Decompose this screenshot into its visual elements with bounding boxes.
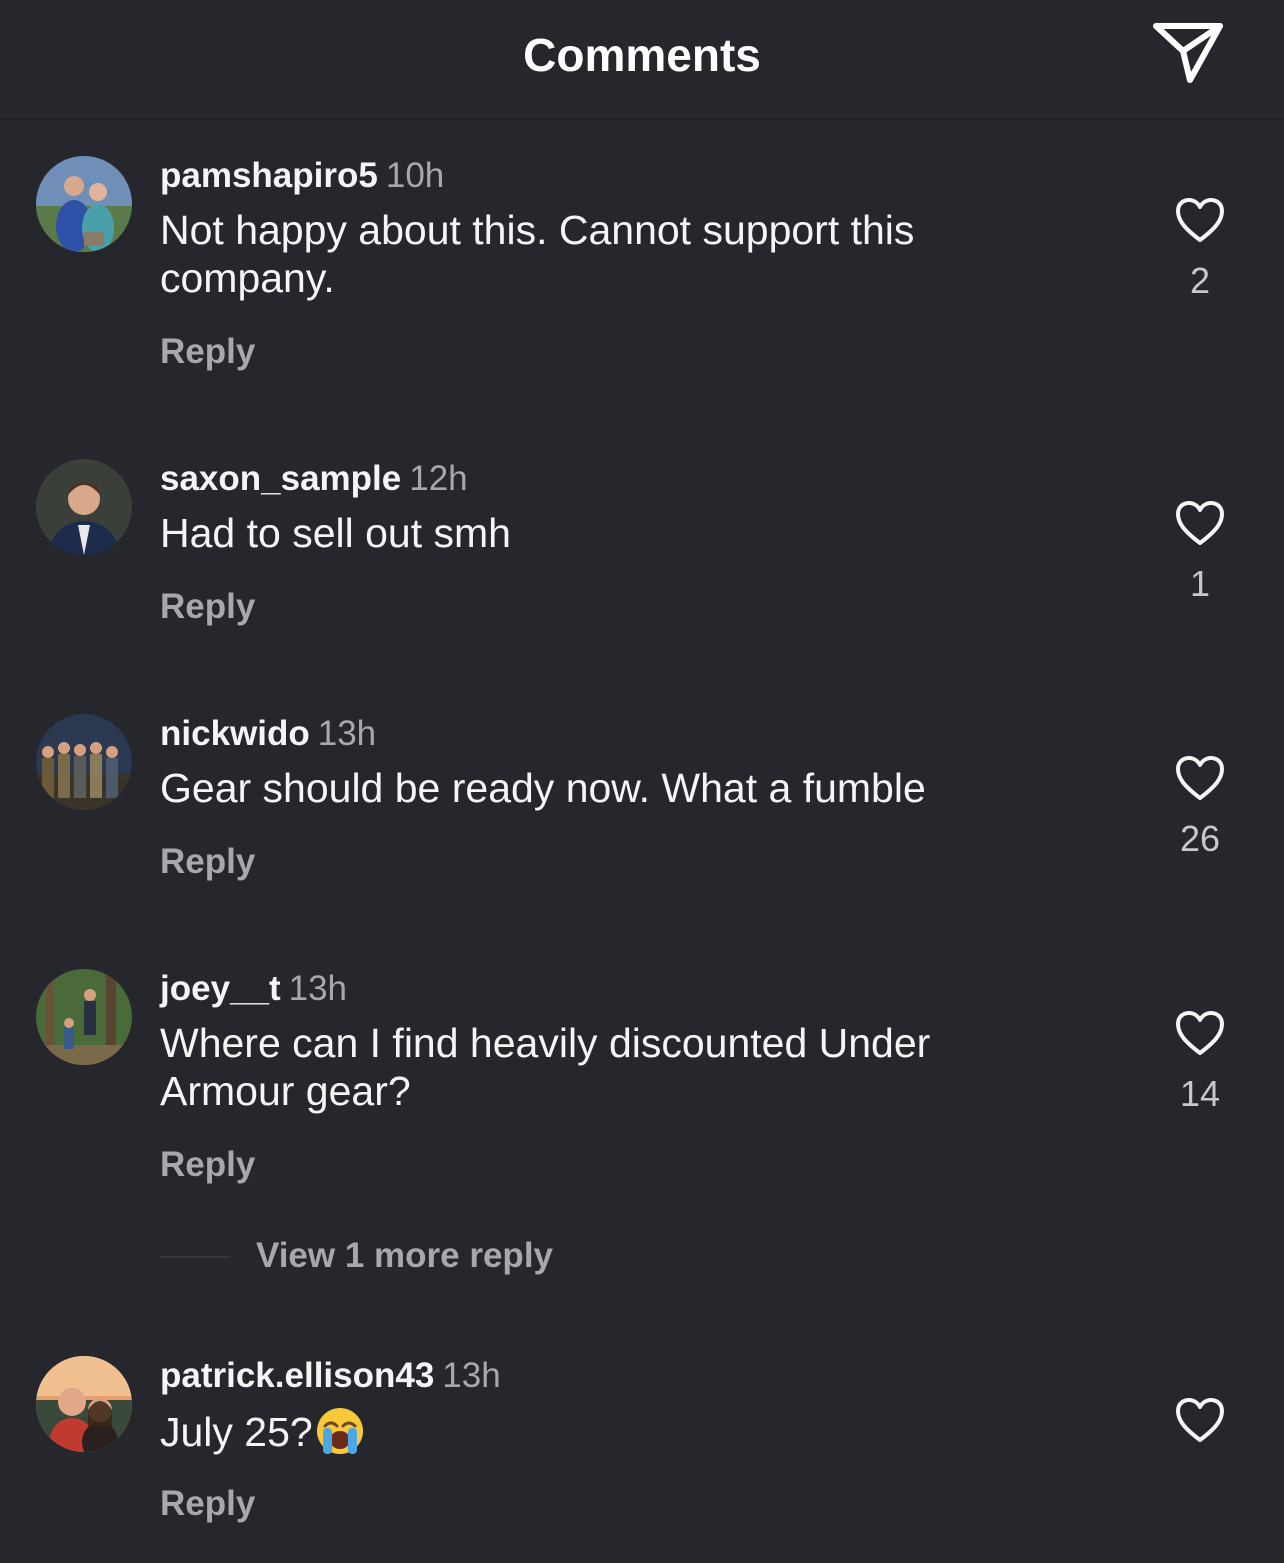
heart-icon[interactable] xyxy=(1174,1396,1226,1444)
avatar[interactable] xyxy=(36,156,132,252)
username-link[interactable]: nickwido xyxy=(160,714,310,753)
heart-icon[interactable] xyxy=(1174,754,1226,802)
comment-meta: pamshapiro5 10h xyxy=(160,156,444,196)
username-link[interactable]: pamshapiro5 xyxy=(160,156,378,195)
comment-text: July 25? xyxy=(160,1406,1040,1456)
heart-icon[interactable] xyxy=(1174,196,1226,244)
comment-meta: nickwido 13h xyxy=(160,714,376,754)
paper-plane-icon xyxy=(1153,23,1223,83)
heart-icon[interactable] xyxy=(1174,1009,1226,1057)
loudly-crying-face-emoji xyxy=(316,1408,363,1454)
page-title: Comments xyxy=(523,29,761,81)
view-more-replies-label[interactable]: View 1 more reply xyxy=(256,1236,553,1276)
reply-button[interactable]: Reply xyxy=(160,1145,255,1185)
timestamp: 12h xyxy=(409,459,468,498)
timestamp: 13h xyxy=(442,1356,501,1395)
comment-meta: joey__t 13h xyxy=(160,969,347,1009)
timestamp: 10h xyxy=(385,156,445,195)
share-button[interactable] xyxy=(1150,18,1226,88)
heart-icon[interactable] xyxy=(1174,499,1226,547)
header: Comments xyxy=(0,0,1284,120)
comment-text-content: July 25? xyxy=(160,1409,313,1455)
like-control: 26 xyxy=(1168,754,1232,860)
comment-text: Where can I find heavily discounted Unde… xyxy=(160,1020,931,1114)
avatar[interactable] xyxy=(36,969,132,1065)
comment-text: Not happy about this. Cannot support thi… xyxy=(160,207,915,301)
like-control: 1 xyxy=(1168,499,1232,605)
reply-button[interactable]: Reply xyxy=(160,587,255,627)
avatar[interactable] xyxy=(36,459,132,555)
timestamp: 13h xyxy=(317,714,377,753)
comment-item: pamshapiro5 10h Not happy about this. Can… xyxy=(0,156,1284,376)
timestamp: 13h xyxy=(288,969,348,1008)
divider-line xyxy=(160,1256,230,1258)
comment-meta: saxon_sample 12h xyxy=(160,459,468,499)
reply-button[interactable]: Reply xyxy=(160,1484,255,1524)
comment-item: nickwido 13h Gear should be ready now. Wh… xyxy=(0,714,1284,894)
comment-text: Had to sell out smh xyxy=(160,510,511,556)
reply-button[interactable]: Reply xyxy=(160,332,255,372)
like-control xyxy=(1168,1396,1232,1444)
username-link[interactable]: saxon_sample xyxy=(160,459,401,498)
like-count: 14 xyxy=(1179,1073,1221,1114)
like-count: 2 xyxy=(1189,260,1211,301)
like-control: 14 xyxy=(1168,1009,1232,1115)
like-control: 2 xyxy=(1168,196,1232,302)
like-count: 1 xyxy=(1189,563,1211,604)
username-link[interactable]: patrick.ellison43 xyxy=(160,1356,434,1395)
comment-text: Gear should be ready now. What a fumble xyxy=(160,765,926,811)
like-count: 26 xyxy=(1179,818,1221,859)
comment-meta: patrick.ellison43 13h xyxy=(160,1356,501,1396)
reply-button[interactable]: Reply xyxy=(160,842,255,882)
comment-item: saxon_sample 12h Had to sell out smh Repl… xyxy=(0,459,1284,639)
username-link[interactable]: joey__t xyxy=(160,969,281,1008)
comment-item: patrick.ellison43 13h July 25? Reply xyxy=(0,1356,1284,1536)
avatar[interactable] xyxy=(36,1356,132,1452)
comment-item: joey__t 13h Where can I find heavily disc… xyxy=(0,969,1284,1189)
avatar[interactable] xyxy=(36,714,132,810)
